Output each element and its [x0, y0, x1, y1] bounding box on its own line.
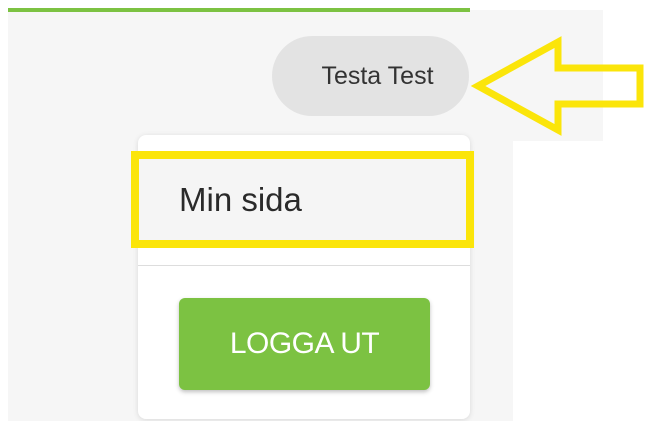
- header-accent-line: [8, 8, 470, 12]
- page: Testa Test Min sida LOGGA UT: [0, 0, 645, 421]
- user-name: Testa Test: [321, 61, 434, 90]
- logout-button[interactable]: LOGGA UT: [179, 298, 430, 390]
- user-menu-button[interactable]: Testa Test: [272, 36, 469, 116]
- arrow-left-outline-icon: [470, 36, 644, 136]
- menu-item-min-sida[interactable]: Min sida: [131, 151, 474, 248]
- logout-button-label: LOGGA UT: [229, 327, 380, 360]
- menu-item-label: Min sida: [179, 180, 302, 218]
- menu-divider: [138, 265, 470, 266]
